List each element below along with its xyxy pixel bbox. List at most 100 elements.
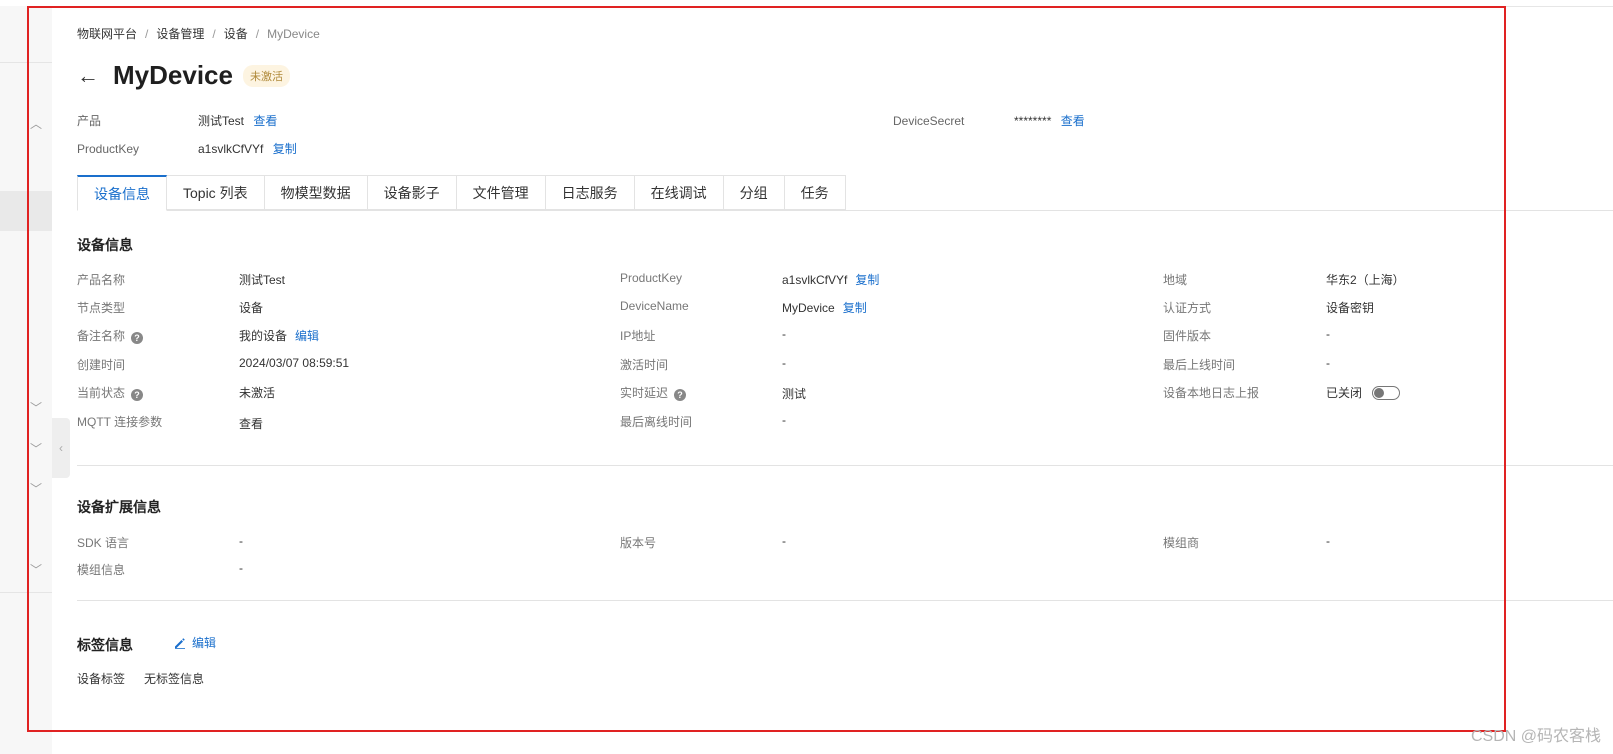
- product-view-link[interactable]: 查看: [253, 114, 277, 128]
- tag-info-title: 标签信息: [77, 637, 133, 653]
- field-label: 当前状态: [77, 386, 126, 400]
- devicesecret-value: ********: [1014, 114, 1052, 128]
- field-value: -: [239, 534, 243, 548]
- chevron-down-icon[interactable]: ﹀: [30, 483, 42, 495]
- help-icon[interactable]: ?: [131, 332, 144, 344]
- field-value: -: [1326, 356, 1330, 370]
- toggle-state-label: 已关闭: [1326, 386, 1363, 400]
- toggle-knob: [1374, 388, 1385, 398]
- field-value-with-link: 我的设备 编辑: [239, 327, 319, 344]
- breadcrumb-item-device[interactable]: 设备: [224, 25, 248, 42]
- productkey-copy-link[interactable]: 复制: [855, 273, 879, 287]
- chevron-down-icon[interactable]: ﹀: [30, 402, 42, 414]
- field-value: -: [782, 356, 786, 370]
- field-label-with-help: 实时延迟?: [620, 384, 687, 401]
- field-label: 地域: [1163, 273, 1188, 287]
- product-value: 测试Test: [198, 114, 245, 128]
- tag-value: 无标签信息: [144, 672, 205, 686]
- devicesecret-label: DeviceSecret: [893, 114, 965, 128]
- field-label: 产品名称: [77, 273, 126, 287]
- sidebar-divider: [0, 62, 52, 63]
- field-value: 2024/03/07 08:59:51: [239, 356, 350, 370]
- tab-thing-model-data[interactable]: 物模型数据: [264, 175, 368, 210]
- field-label: 固件版本: [1163, 329, 1212, 343]
- field-label: 实时延迟: [620, 386, 669, 400]
- tag-edit-label: 编辑: [192, 636, 217, 650]
- tab-task[interactable]: 任务: [784, 175, 846, 210]
- watermark: CSDN @码农客栈: [1470, 728, 1601, 745]
- mqtt-view-link[interactable]: 查看: [239, 415, 263, 432]
- page-header: ← MyDevice 未激活: [77, 60, 290, 91]
- field-label: 激活时间: [620, 358, 669, 372]
- field-label: IP地址: [620, 329, 656, 343]
- chevron-left-icon: ‹: [59, 441, 63, 455]
- breadcrumb-current: MyDevice: [267, 27, 320, 41]
- field-value: 设备: [239, 301, 264, 315]
- field-label: 最后上线时间: [1163, 358, 1236, 372]
- field-value: a1svlkCfVYf: [782, 273, 848, 287]
- field-value: -: [1326, 327, 1330, 341]
- latency-test-link[interactable]: 测试: [782, 385, 806, 402]
- tab-device-shadow[interactable]: 设备影子: [367, 175, 457, 210]
- tab-file-management[interactable]: 文件管理: [456, 175, 546, 210]
- top-bar: [0, 0, 1613, 7]
- field-label: 创建时间: [77, 358, 126, 372]
- tab-group[interactable]: 分组: [723, 175, 785, 210]
- field-value: 未激活: [239, 386, 276, 400]
- field-value: -: [782, 413, 786, 427]
- tag-edit-button[interactable]: 编辑: [174, 634, 216, 651]
- alias-edit-link[interactable]: 编辑: [295, 329, 319, 343]
- left-sidebar: ︿ ﹀ ﹀ ﹀ ﹀: [0, 6, 52, 754]
- field-label-with-help: 备注名称?: [77, 327, 144, 344]
- status-badge: 未激活: [242, 64, 290, 87]
- field-label: 模组信息: [77, 563, 126, 577]
- ext-info-title: 设备扩展信息: [77, 499, 161, 515]
- field-value-with-link: MyDevice 复制: [782, 299, 867, 316]
- field-value: -: [239, 561, 243, 575]
- field-label: ProductKey: [620, 271, 683, 285]
- field-label: 模组商: [1163, 536, 1200, 550]
- productkey-copy-link[interactable]: 复制: [273, 142, 297, 156]
- field-label-with-help: 当前状态?: [77, 384, 144, 401]
- page-title: MyDevice: [113, 60, 233, 90]
- section-divider: [77, 465, 1613, 466]
- local-log-toggle-group: 已关闭: [1326, 384, 1401, 401]
- field-label: SDK 语言: [77, 536, 130, 550]
- chevron-up-icon[interactable]: ︿: [30, 118, 42, 130]
- back-arrow-icon[interactable]: ←: [77, 64, 99, 87]
- field-label: DeviceName: [620, 299, 689, 313]
- local-log-toggle[interactable]: [1372, 386, 1401, 400]
- chevron-down-icon[interactable]: ﹀: [30, 564, 42, 576]
- breadcrumb: 物联网平台 / 设备管理 / 设备 / MyDevice: [77, 25, 320, 42]
- field-value: MyDevice: [782, 301, 835, 315]
- field-value: -: [782, 327, 786, 341]
- pencil-icon: [175, 638, 185, 649]
- tab-online-debug[interactable]: 在线调试: [634, 175, 724, 210]
- field-value-with-link: a1svlkCfVYf 复制: [782, 271, 879, 288]
- tab-topic-list[interactable]: Topic 列表: [167, 175, 265, 210]
- tab-device-info[interactable]: 设备信息: [77, 175, 167, 211]
- tab-log-service[interactable]: 日志服务: [545, 175, 635, 210]
- field-label: 认证方式: [1163, 301, 1212, 315]
- sidebar-selected-item[interactable]: [0, 191, 52, 231]
- field-value: 我的设备: [239, 329, 288, 343]
- chevron-down-icon[interactable]: ﹀: [30, 443, 42, 455]
- field-label: 版本号: [620, 536, 657, 550]
- help-icon[interactable]: ?: [674, 389, 687, 401]
- product-meta: 产品 测试Test 查看: [77, 112, 277, 129]
- productkey-value: a1svlkCfVYf: [198, 142, 264, 156]
- breadcrumb-item-device-management[interactable]: 设备管理: [156, 25, 204, 42]
- breadcrumb-item-iot-platform[interactable]: 物联网平台: [77, 25, 137, 42]
- field-value: -: [1326, 534, 1330, 548]
- product-label: 产品: [77, 114, 102, 128]
- sidebar-collapse-handle[interactable]: ‹: [52, 418, 70, 478]
- field-label: 节点类型: [77, 301, 126, 315]
- tag-label: 设备标签: [77, 672, 126, 686]
- devicesecret-view-link[interactable]: 查看: [1061, 114, 1085, 128]
- devicename-copy-link[interactable]: 复制: [843, 301, 867, 315]
- sidebar-divider: [0, 592, 52, 593]
- device-info-title: 设备信息: [77, 237, 133, 253]
- help-icon[interactable]: ?: [131, 389, 144, 401]
- field-label: 备注名称: [77, 329, 126, 343]
- field-value: -: [782, 534, 786, 548]
